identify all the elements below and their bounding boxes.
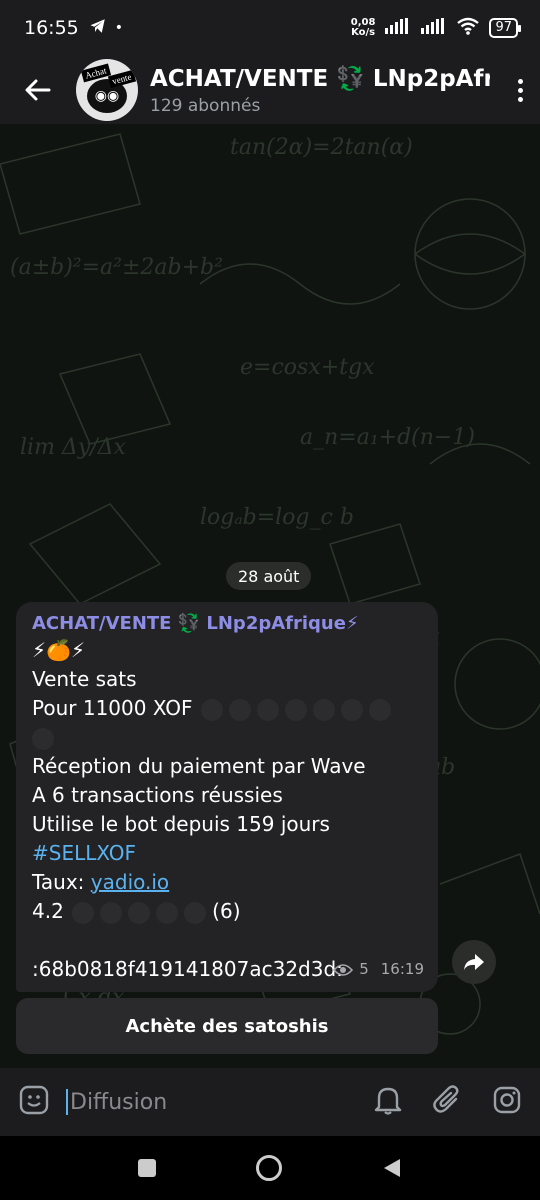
sticker-icon[interactable]: [18, 1084, 50, 1120]
hashtag-link[interactable]: #SELLXOF: [32, 839, 422, 868]
attach-icon[interactable]: [432, 1085, 462, 1119]
back-triangle-icon[interactable]: [382, 1157, 402, 1179]
svg-text:logₐb=log_c b: logₐb=log_c b: [200, 505, 354, 530]
battery-indicator: 97: [489, 18, 521, 38]
network-speed: 0,08 Ko/s: [351, 18, 376, 38]
arrow-left-icon: [25, 79, 51, 101]
message-author[interactable]: ACHAT/VENTE 💱 LNp2pAfrique⚡: [32, 612, 422, 636]
menu-dot-icon: [517, 78, 523, 84]
signal-icon: [385, 17, 411, 39]
message-emoji-line: ⚡🍊⚡: [32, 638, 85, 662]
emoji-placeholder-group: [32, 727, 54, 750]
channel-avatar[interactable]: Achat vente ◉◉: [76, 59, 138, 121]
wifi-icon: [457, 17, 480, 40]
buy-satoshis-button[interactable]: Achète des satoshis: [16, 998, 438, 1054]
message-line-rating: 4.2 (6): [32, 897, 422, 926]
svg-text:e=cosx+tgx: e=cosx+tgx: [240, 355, 375, 380]
back-button[interactable]: [0, 79, 76, 101]
message-meta: 5 16:19: [333, 955, 424, 984]
message-bubble[interactable]: ACHAT/VENTE 💱 LNp2pAfrique⚡ ⚡🍊⚡ Vente sa…: [16, 602, 438, 992]
message-line-rate: Taux: yadio.io: [32, 868, 422, 897]
share-button[interactable]: [452, 940, 496, 984]
message-dots-line: [32, 723, 422, 752]
menu-dot-icon: [517, 87, 523, 93]
emoji-placeholder-group: [200, 698, 391, 721]
channel-title: ACHAT/VENTE 💱 LNp2pAfrique⚡: [150, 65, 490, 92]
message-line-transactions: A 6 transactions réussies: [32, 783, 283, 807]
text-caret: [66, 1089, 68, 1115]
eye-icon: [333, 963, 354, 976]
share-arrow-icon: [464, 954, 484, 970]
home-button[interactable]: [256, 1155, 282, 1181]
notification-dot-icon: •: [114, 20, 124, 36]
view-count: 5: [359, 960, 369, 978]
message-line-amount: Pour 11000 XOF: [32, 694, 422, 723]
message-line-payment: Réception du paiement par Wave: [32, 754, 366, 778]
recents-button[interactable]: [138, 1159, 156, 1177]
message-line-sale: Vente sats: [32, 667, 137, 691]
camera-icon[interactable]: [492, 1085, 522, 1119]
svg-text:tan(2α)=2tan(α): tan(2α)=2tan(α): [230, 135, 413, 160]
svg-text:(a±b)²=a²±2ab+b²: (a±b)²=a²±2ab+b²: [10, 255, 223, 280]
status-bar: 16:55 • 0,08 Ko/s 97: [0, 0, 540, 56]
rating-value: 4.2: [32, 899, 64, 923]
composer-bar: Diffusion: [0, 1068, 540, 1136]
channel-header: Achat vente ◉◉ ACHAT/VENTE 💱 LNp2pAfriqu…: [0, 56, 540, 124]
rating-count: (6): [212, 899, 241, 923]
bell-icon[interactable]: [374, 1085, 402, 1119]
signal-icon-2: [421, 17, 447, 39]
telegram-icon: [89, 17, 107, 40]
svg-text:lim Δy/Δx: lim Δy/Δx: [20, 435, 127, 460]
date-separator: 28 août: [226, 562, 312, 590]
rating-stars-placeholder: [71, 901, 206, 924]
rate-link[interactable]: yadio.io: [91, 870, 169, 894]
message-amount-text: Pour 11000 XOF: [32, 696, 193, 720]
subscriber-count: 129 abonnés: [150, 95, 261, 116]
message-time: 16:19: [380, 960, 424, 978]
channel-info[interactable]: ACHAT/VENTE 💱 LNp2pAfrique⚡ 129 abonnés: [150, 65, 490, 116]
message-input[interactable]: Diffusion: [66, 1089, 374, 1115]
status-time: 16:55: [24, 17, 79, 39]
network-speed-unit: Ko/s: [351, 27, 376, 38]
svg-text:a_n=a₁+d(n−1): a_n=a₁+d(n−1): [300, 425, 475, 450]
more-options-button[interactable]: [500, 78, 540, 102]
message-line-days: Utilise le bot depuis 159 jours: [32, 812, 330, 836]
system-navigation-bar: [0, 1136, 540, 1200]
menu-dot-icon: [517, 96, 523, 102]
rate-label: Taux:: [32, 870, 85, 894]
message-input-placeholder: Diffusion: [70, 1089, 168, 1115]
